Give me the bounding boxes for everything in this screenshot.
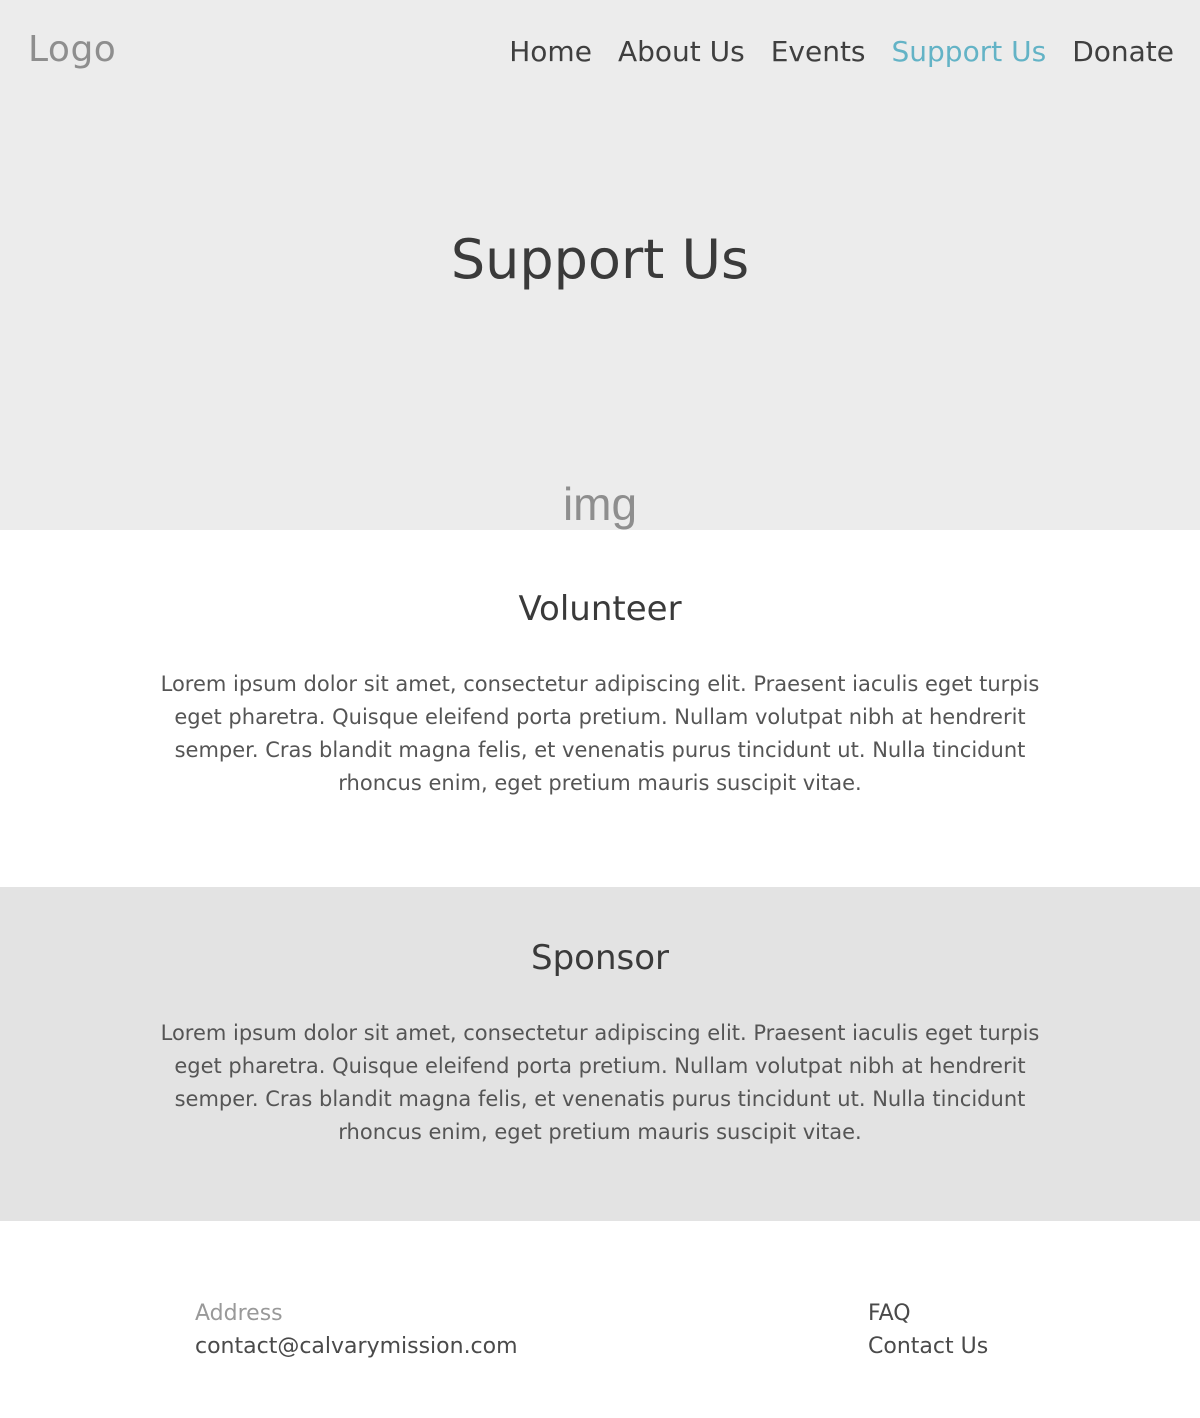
footer-links: FAQ Contact Us [868, 1297, 988, 1363]
hero-image-placeholder: img [562, 478, 638, 530]
nav-item-home[interactable]: Home [509, 32, 592, 72]
footer-contact-link[interactable]: Contact Us [868, 1330, 988, 1363]
footer-contact-info: Address contact@calvarymission.com [195, 1297, 518, 1363]
footer-faq-link[interactable]: FAQ [868, 1297, 988, 1330]
footer-address: Address [195, 1301, 283, 1326]
footer-email-link[interactable]: contact@calvarymission.com [195, 1330, 518, 1363]
sponsor-body: Lorem ipsum dolor sit amet, consectetur … [160, 1021, 1040, 1144]
nav-item-events[interactable]: Events [771, 32, 866, 72]
volunteer-section: Volunteer Lorem ipsum dolor sit amet, co… [0, 530, 1200, 887]
footer: Address contact@calvarymission.com FAQ C… [0, 1221, 1200, 1418]
main-nav: Home About Us Events Support Us Donate [509, 32, 1174, 72]
volunteer-heading: Volunteer [518, 589, 682, 629]
volunteer-body: Lorem ipsum dolor sit amet, consectetur … [160, 672, 1040, 795]
sponsor-heading: Sponsor [530, 938, 669, 978]
nav-item-about-us[interactable]: About Us [618, 32, 745, 72]
hero-section: Logo Home About Us Events Support Us Don… [0, 0, 1200, 530]
sponsor-section: Sponsor Lorem ipsum dolor sit amet, cons… [0, 887, 1200, 1221]
nav-item-donate[interactable]: Donate [1072, 32, 1174, 72]
nav-item-support-us[interactable]: Support Us [892, 32, 1047, 72]
logo[interactable]: Logo [28, 28, 116, 72]
page-title: Support Us [450, 228, 750, 291]
